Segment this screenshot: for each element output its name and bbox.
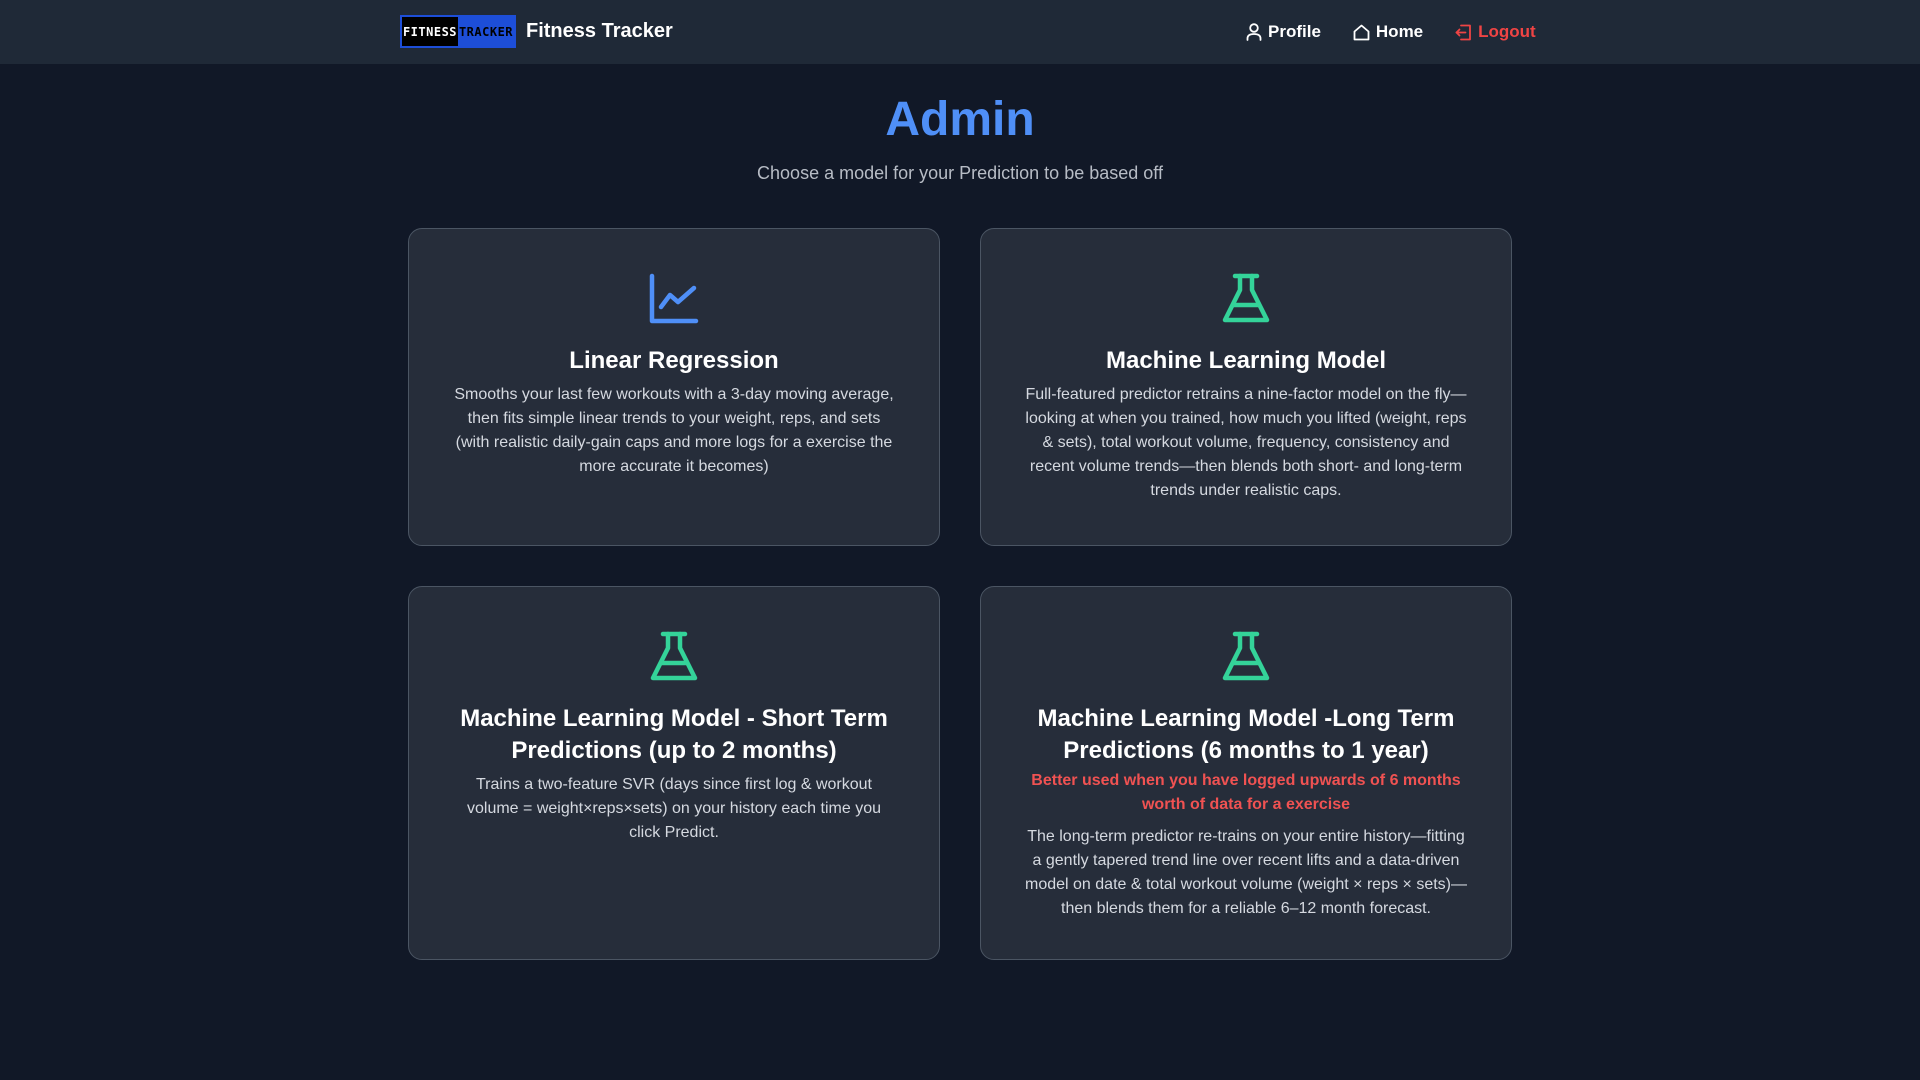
app-logo: FITNESS TRACKER [400,15,516,48]
card-description: Smooths your last few workouts with a 3-… [454,386,894,475]
page-title: Admin [885,93,1035,146]
card-warning: Better used when you have logged upwards… [1031,772,1461,813]
nav-logout-label: Logout [1478,22,1536,41]
page-subtitle: Choose a model for your Prediction to be… [757,163,1163,183]
card-title: Linear Regression [569,347,779,374]
flask-icon [650,631,698,681]
machine-learning-model-card[interactable]: Machine Learning Model Full-featured pre… [980,228,1512,546]
brand-name: Fitness Tracker [526,20,673,42]
top-navbar: FITNESS TRACKER Fitness Tracker Profile … [0,0,1920,64]
line-chart-icon [649,273,699,324]
nav-home-label: Home [1375,22,1424,41]
flask-icon [1222,273,1270,323]
user-icon [1246,23,1262,41]
card-title: Machine Learning Model [1105,347,1387,374]
nav-profile-link[interactable]: Profile [1246,19,1321,45]
card-title: Machine Learning Model -Long Term Predic… [1037,705,1455,764]
linear-regression-card[interactable]: Linear Regression Smooths your last few … [408,228,940,546]
card-description: Trains a two-feature SVR (days since fir… [467,776,881,841]
card-description: The long-term predictor re-trains on you… [1025,828,1467,917]
nav-profile-label: Profile [1268,22,1321,41]
logout-icon [1455,24,1472,40]
ml-short-term-card[interactable]: Machine Learning Model - Short Term Pred… [408,586,940,960]
nav-logout-link[interactable]: Logout [1455,19,1536,45]
nav-links: Profile Home Logout [1246,19,1536,45]
nav-home-link[interactable]: Home [1353,19,1423,45]
card-title: Machine Learning Model - Short Term Pred… [460,705,888,764]
ml-long-term-card[interactable]: Machine Learning Model -Long Term Predic… [980,586,1512,960]
logo-text-tracker: TRACKER [458,17,514,46]
brand-link[interactable]: FITNESS TRACKER Fitness Tracker [400,15,673,48]
logo-text-fitness: FITNESS [402,17,458,46]
card-description: Full-featured predictor retrains a nine-… [1025,386,1467,499]
home-icon [1353,24,1370,40]
flask-icon [1222,631,1270,681]
